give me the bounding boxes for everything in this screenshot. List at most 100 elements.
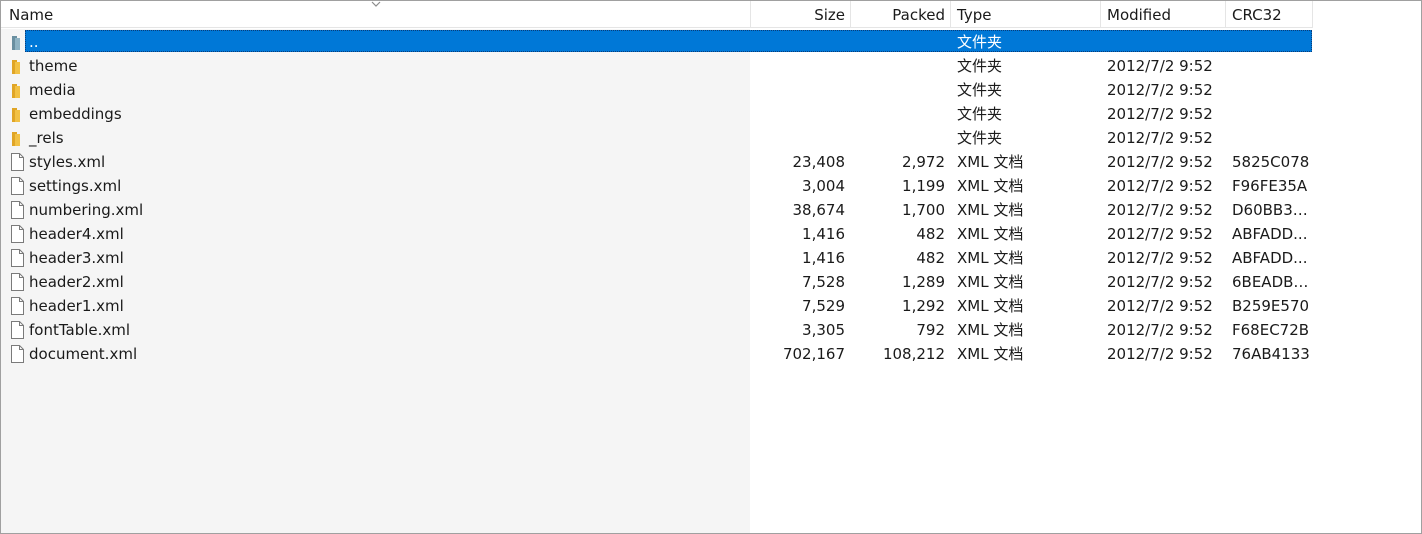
file-modified: 2012/7/2 9:52 bbox=[1107, 129, 1213, 147]
column-header-modified[interactable]: Modified bbox=[1101, 1, 1226, 28]
file-row[interactable]: document.xml 702,167 108,212 XML 文档 2012/7/2… bbox=[1, 342, 1421, 366]
file-name: header1.xml bbox=[29, 297, 124, 315]
file-name: header2.xml bbox=[29, 273, 124, 291]
file-rows: .. 文件夹 theme 文件夹 2012/7/2 9:52 media 文件夹 2012/7… bbox=[1, 30, 1421, 366]
file-crc32: 76AB4133 bbox=[1232, 345, 1310, 363]
file-icon bbox=[11, 249, 24, 267]
file-type: 文件夹 bbox=[957, 57, 1003, 75]
file-crc32: F96FE35A bbox=[1232, 177, 1308, 195]
file-packed-size: 2,972 bbox=[902, 153, 945, 171]
file-modified: 2012/7/2 9:52 bbox=[1107, 57, 1213, 75]
file-size: 3,004 bbox=[802, 177, 845, 195]
file-name: theme bbox=[29, 57, 78, 75]
file-icon bbox=[11, 225, 24, 243]
file-row[interactable]: media 文件夹 2012/7/2 9:52 bbox=[1, 78, 1421, 102]
file-icon bbox=[11, 345, 24, 363]
file-size: 702,167 bbox=[782, 345, 845, 363]
folder-icon bbox=[12, 84, 20, 98]
file-packed-size: 482 bbox=[916, 225, 945, 243]
file-size: 3,305 bbox=[802, 321, 845, 339]
file-name: header3.xml bbox=[29, 249, 124, 267]
file-packed-size: 482 bbox=[916, 249, 945, 267]
file-type: XML 文档 bbox=[957, 225, 1024, 243]
column-header-crc32[interactable]: CRC32 bbox=[1226, 1, 1313, 28]
file-name: settings.xml bbox=[29, 177, 122, 195]
file-row[interactable]: header3.xml 1,416 482 XML 文档 2012/7/2 9:52 AB… bbox=[1, 246, 1421, 270]
selection-highlight bbox=[25, 30, 1312, 52]
file-row[interactable]: styles.xml 23,408 2,972 XML 文档 2012/7/2 9:52… bbox=[1, 150, 1421, 174]
column-header-bar: Name Size Packed Type Modified CRC32 bbox=[1, 1, 1421, 29]
file-name: header4.xml bbox=[29, 225, 124, 243]
file-icon bbox=[11, 273, 24, 291]
file-row[interactable]: .. 文件夹 bbox=[1, 30, 1421, 54]
column-header-crc32-label: CRC32 bbox=[1232, 6, 1282, 24]
file-crc32: F68EC72B bbox=[1232, 321, 1310, 339]
file-crc32: D60BB304 bbox=[1232, 201, 1310, 219]
file-size: 38,674 bbox=[792, 201, 846, 219]
file-type: 文件夹 bbox=[957, 129, 1003, 147]
file-crc32: ABFADD... bbox=[1232, 249, 1308, 267]
file-icon bbox=[11, 321, 24, 339]
column-header-type-label: Type bbox=[957, 6, 992, 24]
folder-icon bbox=[12, 108, 20, 122]
file-packed-size: 792 bbox=[916, 321, 945, 339]
file-type: XML 文档 bbox=[957, 297, 1024, 315]
file-modified: 2012/7/2 9:52 bbox=[1107, 345, 1213, 363]
file-packed-size: 1,292 bbox=[902, 297, 945, 315]
file-row[interactable]: theme 文件夹 2012/7/2 9:52 bbox=[1, 54, 1421, 78]
file-name: fontTable.xml bbox=[29, 321, 131, 339]
file-type: XML 文档 bbox=[957, 273, 1024, 291]
file-row[interactable]: header1.xml 7,529 1,292 XML 文档 2012/7/2 9:52… bbox=[1, 294, 1421, 318]
file-name: .. bbox=[29, 33, 39, 51]
file-type: 文件夹 bbox=[957, 81, 1003, 99]
file-modified: 2012/7/2 9:52 bbox=[1107, 249, 1213, 267]
file-type: XML 文档 bbox=[957, 345, 1024, 363]
file-packed-size: 1,199 bbox=[902, 177, 945, 195]
file-modified: 2012/7/2 9:52 bbox=[1107, 297, 1213, 315]
column-header-name-label: Name bbox=[9, 6, 54, 24]
column-header-modified-label: Modified bbox=[1107, 6, 1172, 24]
file-name: embeddings bbox=[29, 105, 122, 123]
file-name: media bbox=[29, 81, 76, 99]
parent-folder-icon bbox=[12, 36, 20, 50]
file-modified: 2012/7/2 9:52 bbox=[1107, 321, 1213, 339]
file-icon bbox=[11, 297, 24, 315]
file-type: XML 文档 bbox=[957, 153, 1024, 171]
file-size: 7,528 bbox=[802, 273, 845, 291]
file-row[interactable]: embeddings 文件夹 2012/7/2 9:52 bbox=[1, 102, 1421, 126]
file-row[interactable]: numbering.xml 38,674 1,700 XML 文档 2012/7/2 9… bbox=[1, 198, 1421, 222]
file-name: _rels bbox=[29, 129, 64, 147]
file-modified: 2012/7/2 9:52 bbox=[1107, 177, 1213, 195]
file-row[interactable]: _rels 文件夹 2012/7/2 9:52 bbox=[1, 126, 1421, 150]
column-header-packed[interactable]: Packed bbox=[851, 1, 951, 28]
file-type: 文件夹 bbox=[957, 105, 1003, 123]
file-size: 23,408 bbox=[792, 153, 846, 171]
column-header-size[interactable]: Size bbox=[751, 1, 851, 28]
file-row[interactable]: header4.xml 1,416 482 XML 文档 2012/7/2 9:52 AB… bbox=[1, 222, 1421, 246]
file-packed-size: 1,700 bbox=[902, 201, 945, 219]
file-name: document.xml bbox=[29, 345, 138, 363]
file-type: XML 文档 bbox=[957, 249, 1024, 267]
file-type: XML 文档 bbox=[957, 201, 1024, 219]
file-icon bbox=[11, 177, 24, 195]
file-type: XML 文档 bbox=[957, 321, 1024, 339]
file-modified: 2012/7/2 9:52 bbox=[1107, 153, 1213, 171]
file-crc32: B259E570 bbox=[1232, 297, 1310, 315]
column-header-packed-label: Packed bbox=[892, 6, 945, 24]
file-modified: 2012/7/2 9:52 bbox=[1107, 273, 1213, 291]
folder-icon bbox=[12, 60, 20, 74]
file-row[interactable]: fontTable.xml 3,305 792 XML 文档 2012/7/2 9:52… bbox=[1, 318, 1421, 342]
file-type: 文件夹 bbox=[957, 33, 1003, 51]
file-crc32: 6BEADBF0 bbox=[1232, 273, 1310, 291]
file-modified: 2012/7/2 9:52 bbox=[1107, 225, 1213, 243]
file-packed-size: 1,289 bbox=[902, 273, 945, 291]
file-row[interactable]: header2.xml 7,528 1,289 XML 文档 2012/7/2 9:52… bbox=[1, 270, 1421, 294]
file-modified: 2012/7/2 9:52 bbox=[1107, 81, 1213, 99]
folder-icon bbox=[12, 132, 20, 146]
column-header-type[interactable]: Type bbox=[951, 1, 1101, 28]
column-header-name[interactable]: Name bbox=[1, 1, 751, 28]
file-crc32: ABFADD... bbox=[1232, 225, 1308, 243]
file-row[interactable]: settings.xml 3,004 1,199 XML 文档 2012/7/2 9:5… bbox=[1, 174, 1421, 198]
file-crc32: 5825C078 bbox=[1232, 153, 1310, 171]
file-modified: 2012/7/2 9:52 bbox=[1107, 105, 1213, 123]
